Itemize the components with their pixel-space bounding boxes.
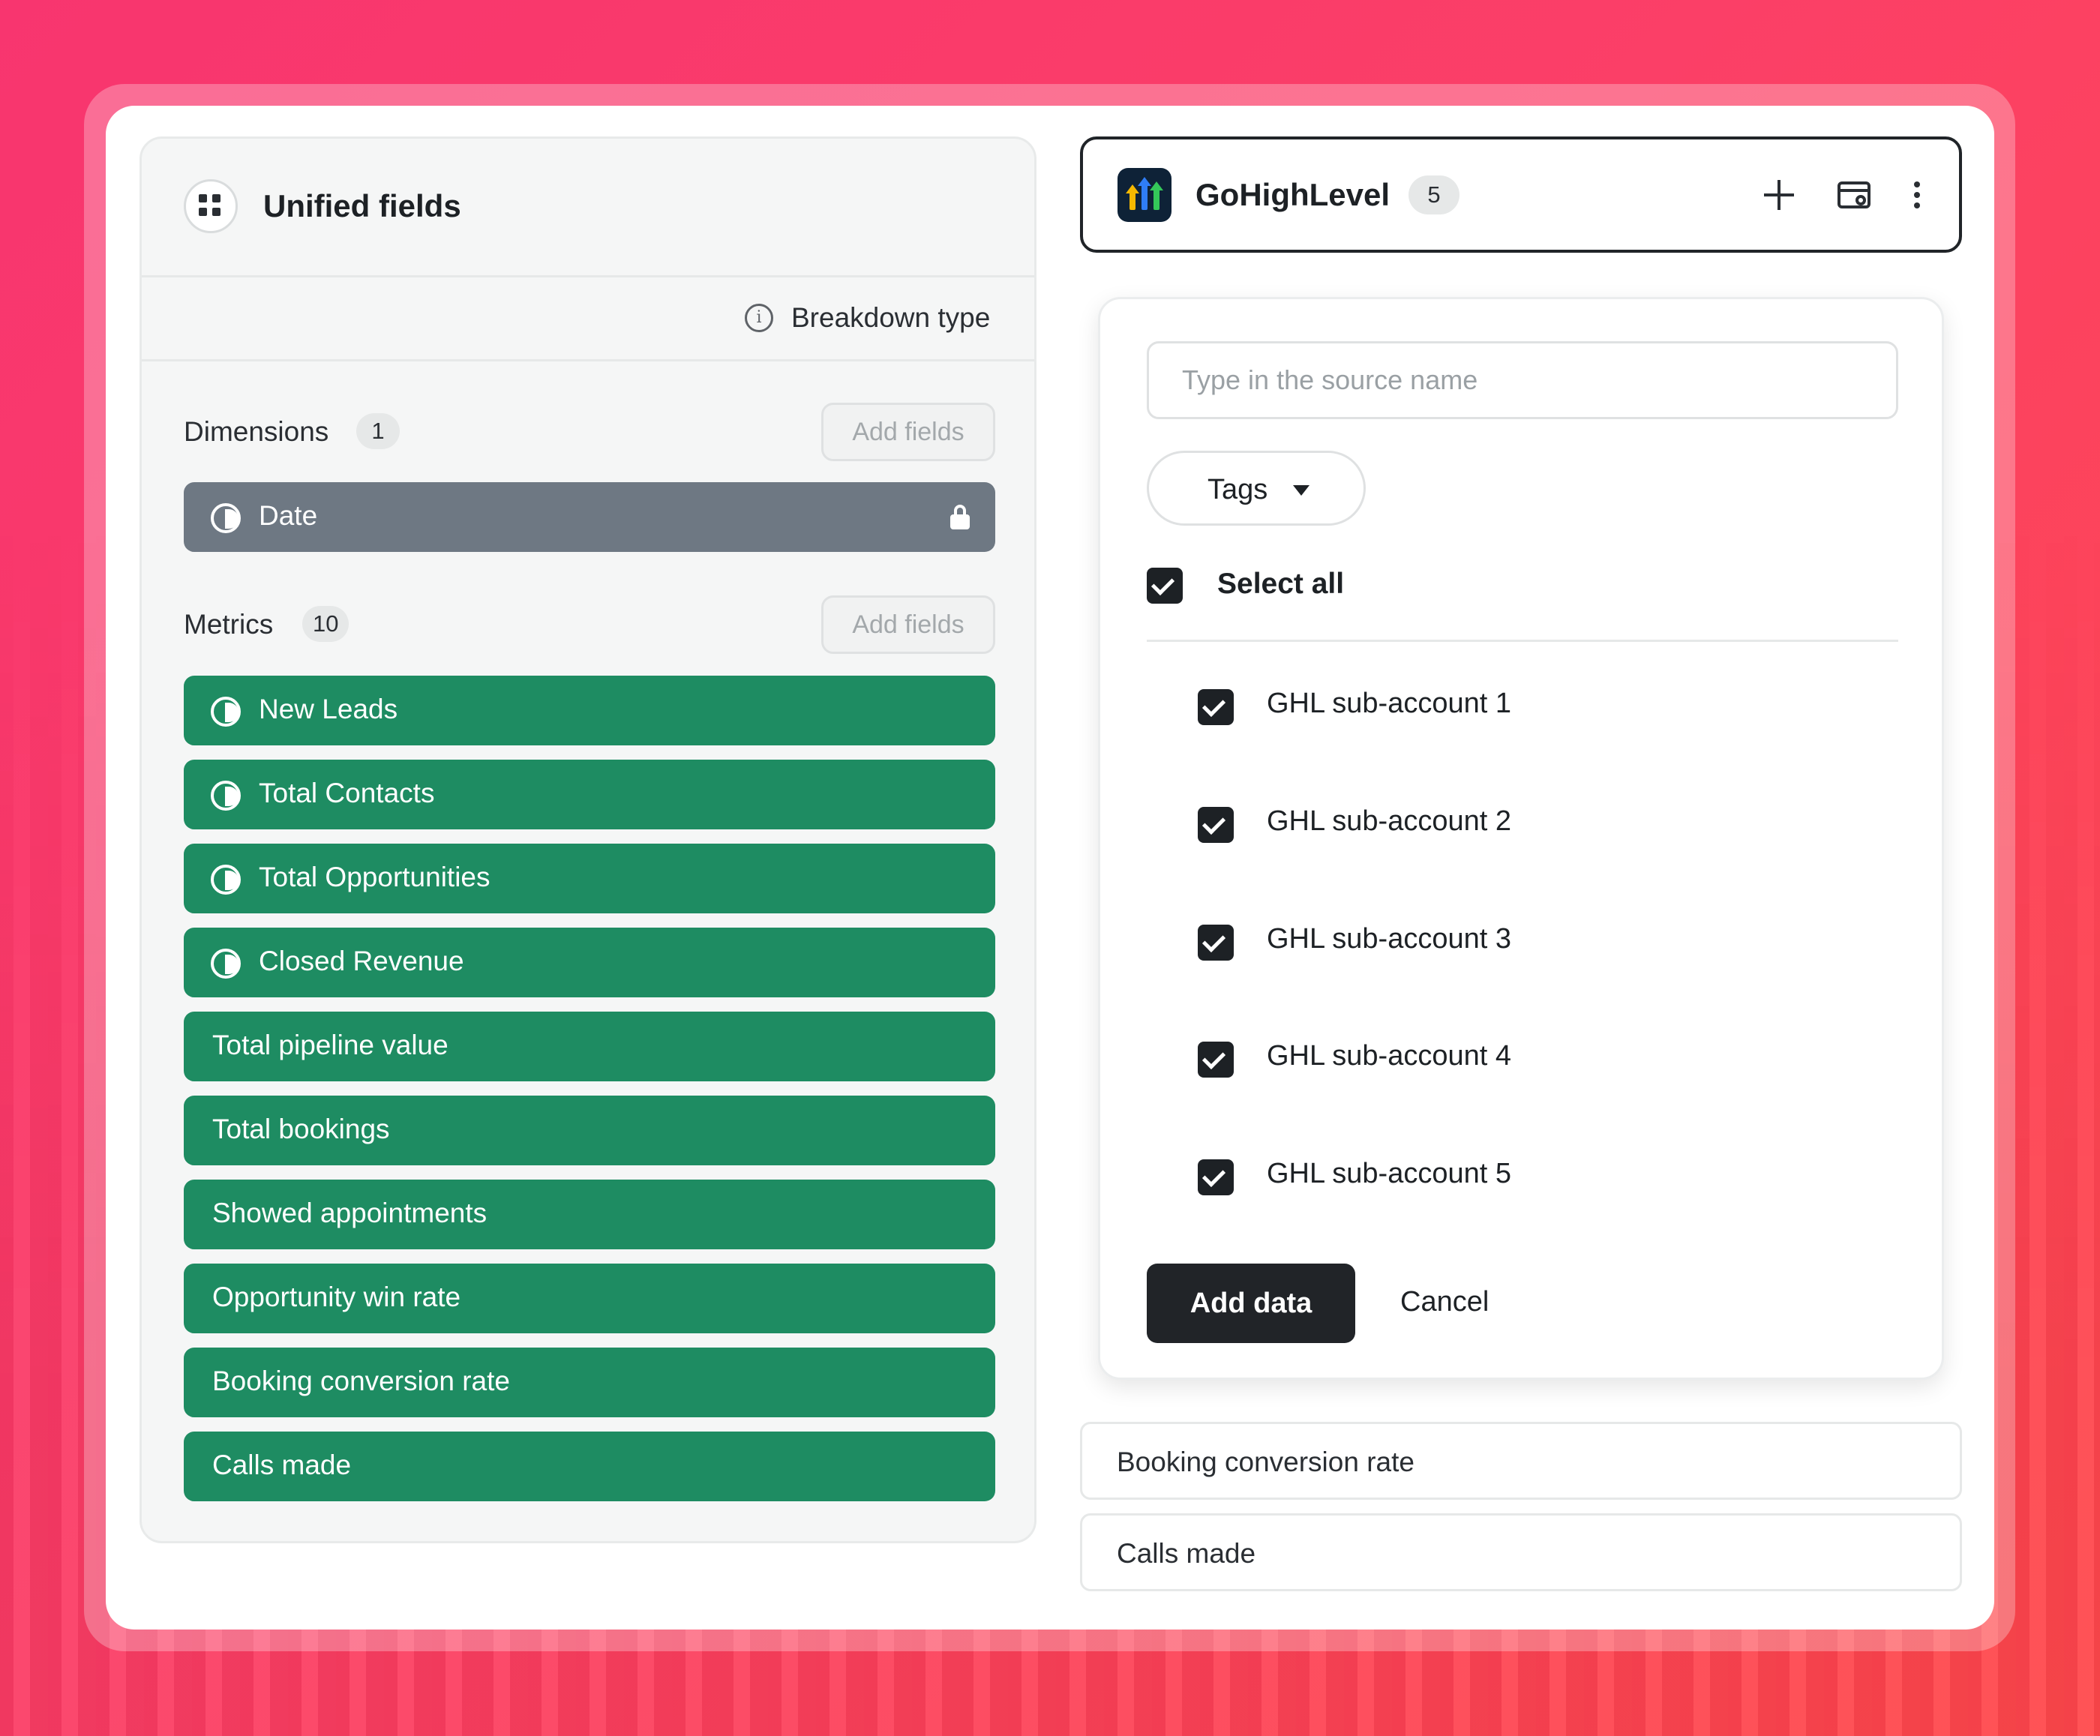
metric-calls-made[interactable]: Calls made bbox=[184, 1432, 995, 1501]
metric-booking-conversion-rate[interactable]: Booking conversion rate bbox=[184, 1348, 995, 1417]
source-name: GoHighLevel bbox=[1196, 177, 1390, 212]
dimension-date[interactable]: Date bbox=[184, 482, 995, 552]
add-data-button[interactable]: Add data bbox=[1147, 1264, 1355, 1343]
grid-icon[interactable] bbox=[184, 179, 238, 233]
metric-total-bookings[interactable]: Total bookings bbox=[184, 1096, 995, 1165]
tags-label: Tags bbox=[1208, 474, 1268, 505]
wallet-icon[interactable] bbox=[1833, 174, 1875, 216]
metric-showed-appointments[interactable]: Showed appointments bbox=[184, 1180, 995, 1249]
dimensions-count-badge: 1 bbox=[356, 413, 400, 449]
list-item-label: Booking conversion rate bbox=[1117, 1447, 1414, 1477]
metric-closed-revenue[interactable]: Closed Revenue bbox=[184, 928, 995, 997]
metrics-label: Metrics bbox=[184, 609, 274, 640]
caret-down-icon bbox=[1293, 485, 1310, 496]
plus-icon[interactable] bbox=[1758, 174, 1800, 216]
account-checkbox-1[interactable] bbox=[1198, 689, 1234, 725]
account-label-1[interactable]: GHL sub-account 1 bbox=[1267, 688, 1511, 720]
divider bbox=[1147, 640, 1898, 642]
source-account-picker: Tags Select all GHL sub-account 1 GHL su… bbox=[1098, 297, 1944, 1380]
metric-label: New Leads bbox=[259, 694, 398, 724]
metric-label: Showed appointments bbox=[212, 1198, 488, 1228]
info-icon: i bbox=[745, 304, 773, 332]
unified-fields-panel: Unified fields i Breakdown type Dimensio… bbox=[140, 136, 1036, 1543]
dimension-label: Date bbox=[259, 500, 318, 531]
metric-label: Total Contacts bbox=[259, 778, 435, 808]
panel-header: Unified fields bbox=[142, 139, 1034, 277]
select-all-checkbox[interactable] bbox=[1147, 568, 1183, 604]
gohighlevel-logo bbox=[1118, 168, 1172, 222]
account-label-5[interactable]: GHL sub-account 5 bbox=[1267, 1158, 1511, 1190]
metric-label: Opportunity win rate bbox=[212, 1282, 461, 1312]
account-checkbox-5[interactable] bbox=[1198, 1159, 1234, 1195]
metric-label: Total bookings bbox=[212, 1114, 390, 1144]
source-header: GoHighLevel 5 bbox=[1080, 136, 1962, 253]
metrics-count-badge: 10 bbox=[302, 606, 350, 642]
metric-new-leads[interactable]: New Leads bbox=[184, 676, 995, 745]
metric-total-pipeline-value[interactable]: Total pipeline value bbox=[184, 1012, 995, 1081]
list-item-label: Calls made bbox=[1117, 1538, 1256, 1569]
metric-label: Closed Revenue bbox=[259, 946, 464, 976]
source-search-input[interactable] bbox=[1147, 341, 1898, 419]
account-label-2[interactable]: GHL sub-account 2 bbox=[1267, 805, 1511, 838]
account-label-4[interactable]: GHL sub-account 4 bbox=[1267, 1040, 1511, 1072]
add-dimension-fields-button[interactable]: Add fields bbox=[821, 403, 995, 461]
metric-total-contacts[interactable]: Total Contacts bbox=[184, 760, 995, 829]
panel-title: Unified fields bbox=[263, 188, 461, 223]
pie-chart-icon bbox=[211, 781, 241, 811]
select-all-label[interactable]: Select all bbox=[1217, 568, 1344, 601]
tags-dropdown[interactable]: Tags bbox=[1147, 451, 1366, 526]
breakdown-row[interactable]: i Breakdown type bbox=[142, 275, 1034, 361]
metric-opportunity-win-rate[interactable]: Opportunity win rate bbox=[184, 1264, 995, 1333]
metric-label: Booking conversion rate bbox=[212, 1366, 510, 1396]
cancel-button[interactable]: Cancel bbox=[1400, 1286, 1489, 1318]
pie-chart-icon bbox=[211, 865, 241, 895]
lock-icon bbox=[950, 505, 970, 530]
metric-total-opportunities[interactable]: Total Opportunities bbox=[184, 844, 995, 913]
list-item[interactable]: Calls made bbox=[1080, 1513, 1962, 1591]
account-checkbox-3[interactable] bbox=[1198, 925, 1234, 961]
source-count-badge: 5 bbox=[1408, 175, 1460, 214]
account-checkbox-4[interactable] bbox=[1198, 1042, 1234, 1078]
dimensions-label: Dimensions bbox=[184, 416, 329, 447]
more-vertical-icon[interactable] bbox=[1896, 174, 1938, 216]
pie-chart-icon bbox=[211, 503, 241, 533]
pie-chart-icon bbox=[211, 697, 241, 727]
pie-chart-icon bbox=[211, 949, 241, 979]
account-label-3[interactable]: GHL sub-account 3 bbox=[1267, 923, 1511, 955]
metric-label: Total pipeline value bbox=[212, 1030, 448, 1060]
breakdown-type-label[interactable]: Breakdown type bbox=[791, 302, 990, 334]
add-metric-fields-button[interactable]: Add fields bbox=[821, 595, 995, 654]
metric-label: Total Opportunities bbox=[259, 862, 490, 892]
metric-label: Calls made bbox=[212, 1450, 352, 1480]
list-item[interactable]: Booking conversion rate bbox=[1080, 1422, 1962, 1500]
account-checkbox-2[interactable] bbox=[1198, 807, 1234, 843]
